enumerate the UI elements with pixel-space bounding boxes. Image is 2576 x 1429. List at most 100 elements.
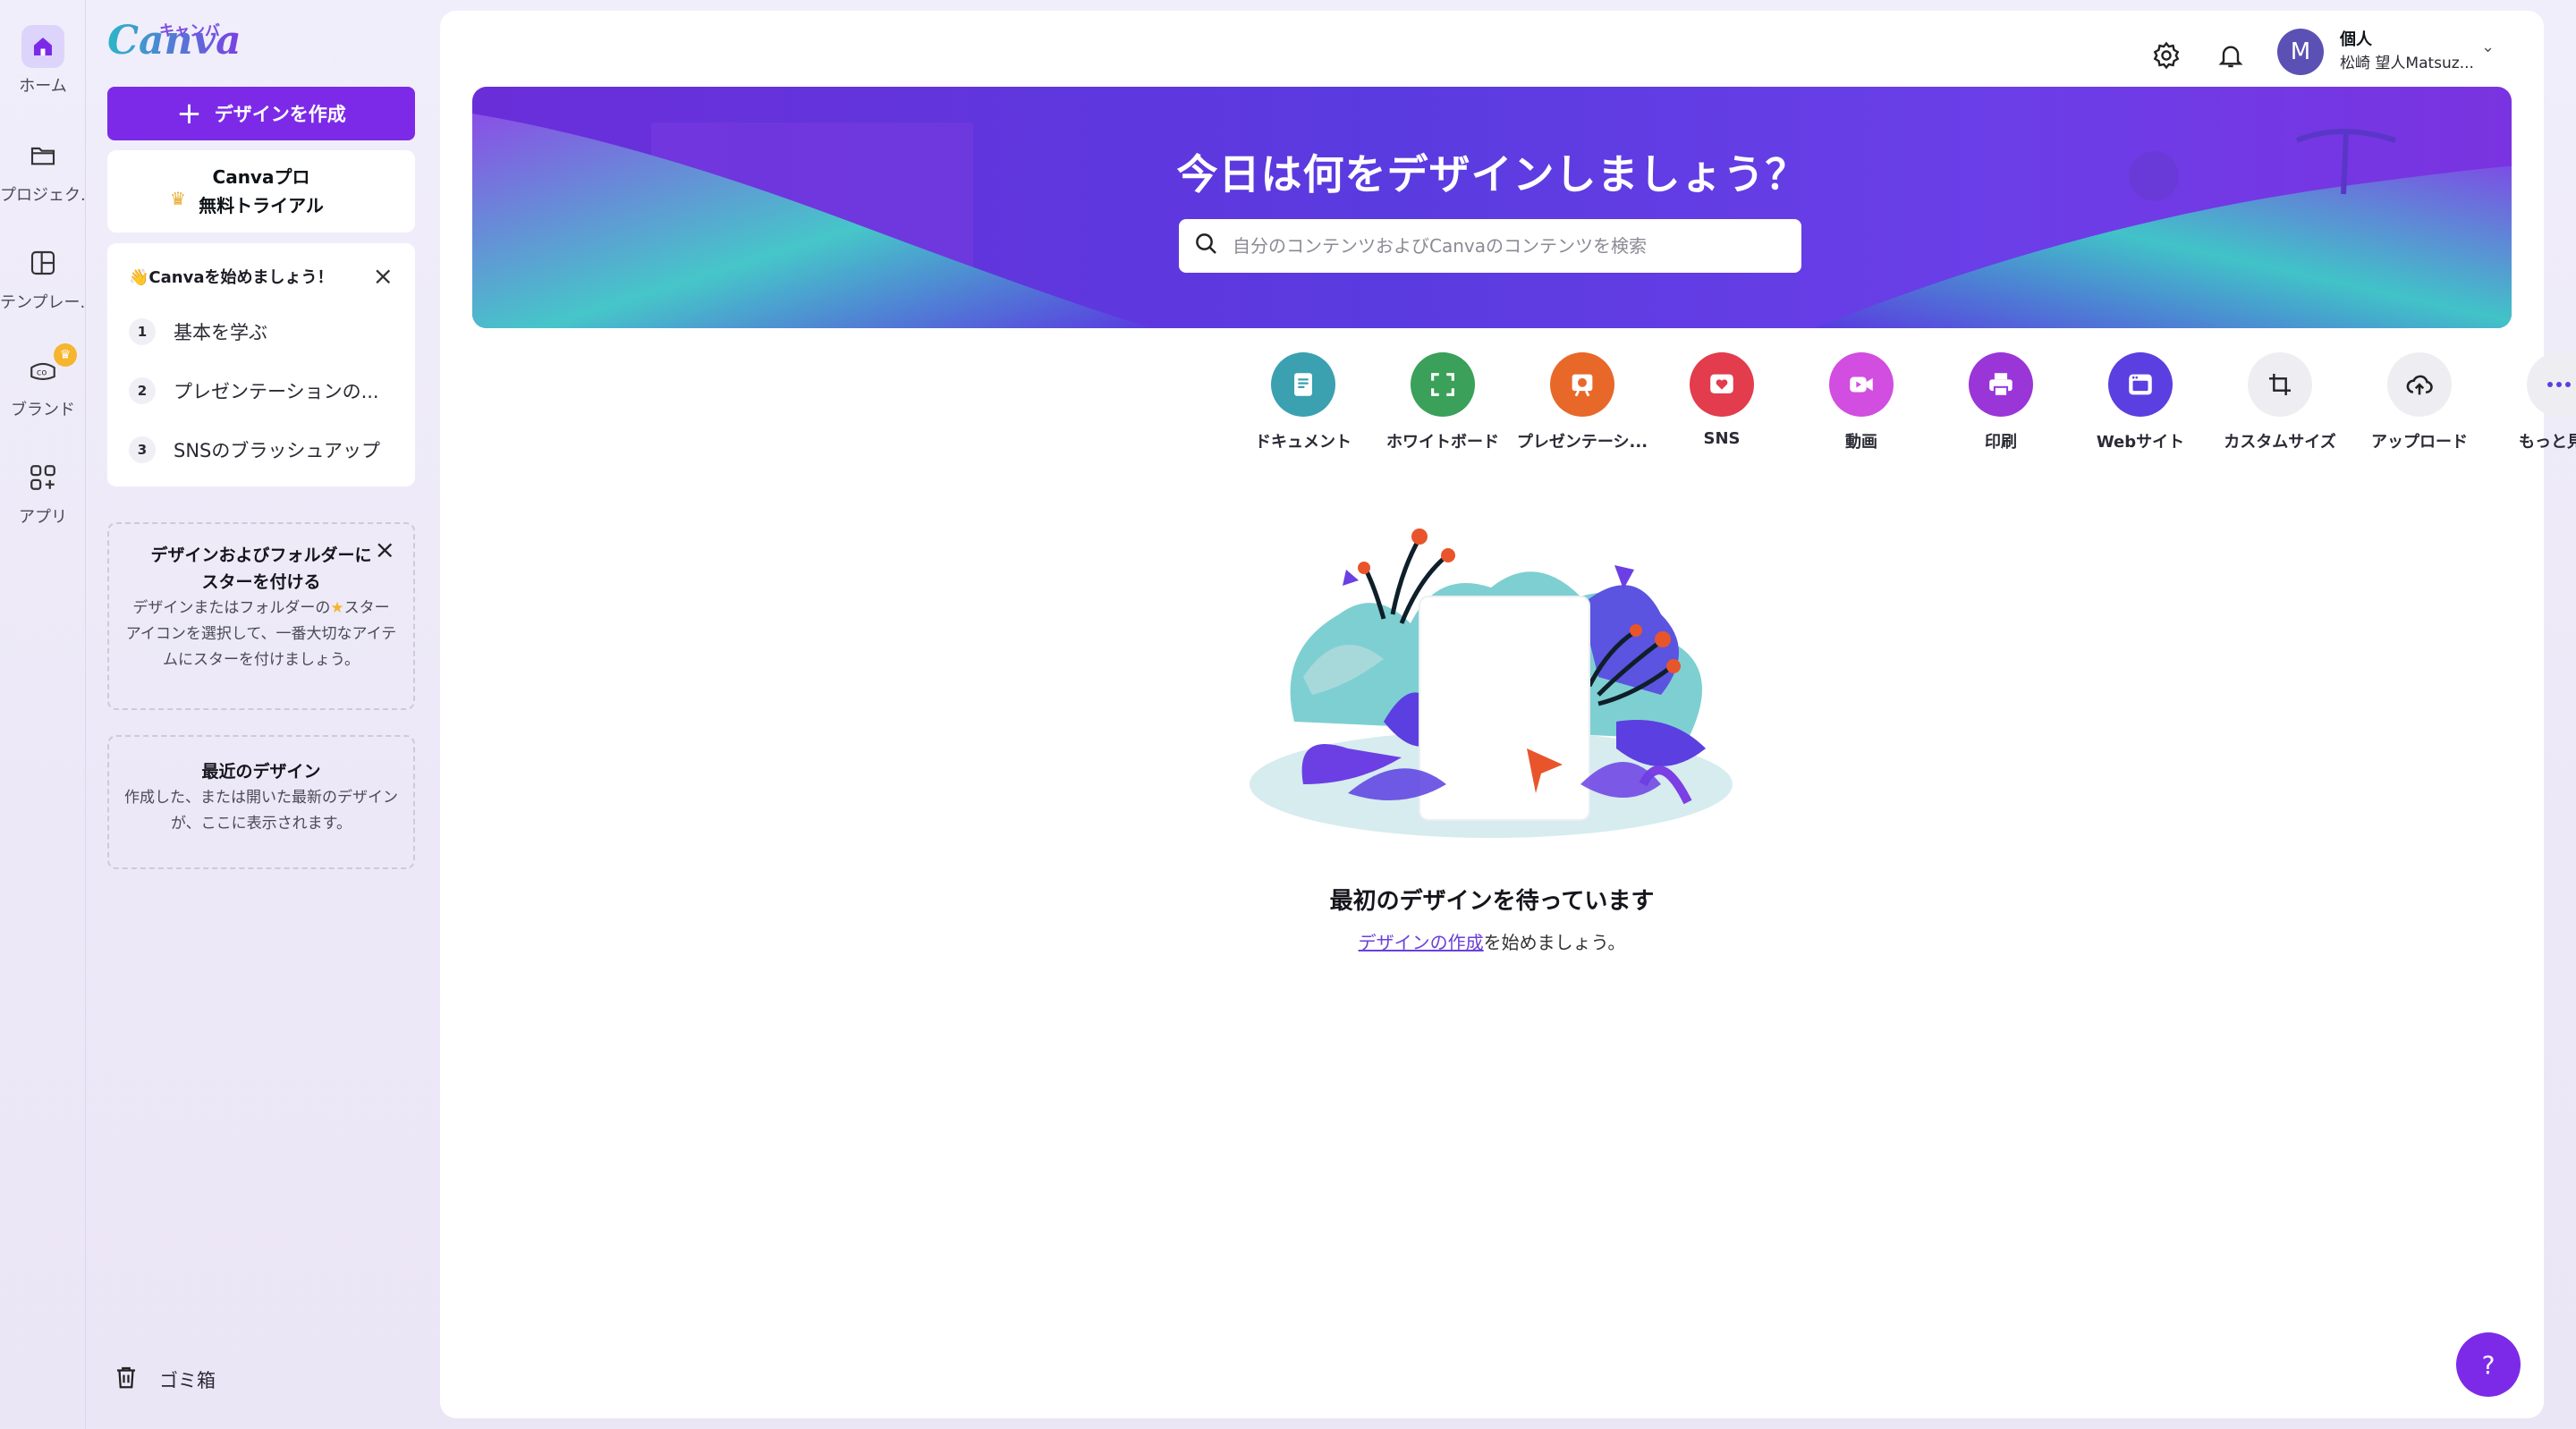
rail-label: プロジェク... bbox=[0, 186, 86, 205]
search-icon bbox=[1193, 231, 1220, 261]
trash-label: ゴミ箱 bbox=[159, 1369, 216, 1391]
search-input[interactable] bbox=[1233, 219, 1801, 273]
apps-icon bbox=[21, 456, 64, 499]
rail-label: アプリ bbox=[19, 508, 67, 527]
rail-home[interactable]: ホーム bbox=[0, 25, 86, 97]
cloud-upload-icon bbox=[2387, 352, 2452, 417]
account-name: 松崎 望人Matsuz... bbox=[2340, 55, 2474, 72]
star-tip-body-1b: スター bbox=[343, 599, 390, 617]
shortcut-upload[interactable]: アップロード bbox=[2352, 352, 2487, 452]
shortcut-label: ホワイトボード bbox=[1386, 433, 1499, 452]
account-info[interactable]: 個人 松崎 望人Matsuz... bbox=[2340, 29, 2474, 75]
star-tip-body-2: アイコンを選択して、一番大切なアイテ bbox=[125, 625, 397, 643]
create-design-link[interactable]: デザインの作成 bbox=[1359, 932, 1484, 953]
plus-icon: + bbox=[176, 96, 202, 131]
empty-state-rest: を始めましょう。 bbox=[1483, 932, 1626, 953]
crown-icon: ♛ bbox=[170, 188, 186, 209]
design-type-shortcuts: ドキュメント ホワイトボード プレゼンテーシ... SNS 動画 印刷 Webサ… bbox=[440, 352, 2576, 460]
shortcut-sns[interactable]: SNS bbox=[1655, 352, 1789, 448]
star-tip-title-1: デザインおよびフォルダーに bbox=[150, 545, 372, 565]
document-icon bbox=[1271, 352, 1335, 417]
step-item[interactable]: 2 プレゼンテーションの... bbox=[129, 377, 379, 404]
shortcut-label: 動画 bbox=[1845, 433, 1877, 452]
create-design-button[interactable]: + デザインを作成 bbox=[107, 87, 415, 140]
shortcut-more[interactable]: もっと見る bbox=[2492, 352, 2576, 452]
whiteboard-icon bbox=[1411, 352, 1475, 417]
empty-state-subtitle: デザインの作成を始めましょう。 bbox=[440, 928, 2544, 954]
shortcut-whiteboard[interactable]: ホワイトボード bbox=[1376, 352, 1510, 452]
hero-background-art bbox=[472, 114, 2512, 328]
trash-link[interactable]: ゴミ箱 bbox=[113, 1363, 216, 1396]
trial-line-1: Canvaプロ bbox=[212, 166, 310, 188]
video-icon bbox=[1829, 352, 1894, 417]
hero-banner: 今日は何をデザインしましょう？ bbox=[472, 87, 2512, 328]
settings-icon[interactable] bbox=[2145, 34, 2188, 77]
star-tip-body-3: ムにスターを付けましょう。 bbox=[163, 651, 360, 669]
template-icon bbox=[21, 241, 64, 284]
step-label: SNSのブラッシュアップ bbox=[174, 440, 380, 461]
home-icon bbox=[21, 25, 64, 68]
rail-label: ブランド bbox=[11, 401, 75, 419]
getting-started-title-text: Canvaを始めましょう！ bbox=[148, 268, 334, 287]
step-number: 3 bbox=[129, 436, 156, 463]
rail-brand[interactable]: co ♛ ブランド bbox=[0, 343, 86, 420]
folder-icon bbox=[21, 134, 64, 177]
star-tip-body-1: デザインまたはフォルダーの bbox=[132, 599, 331, 617]
create-design-label: デザインを作成 bbox=[214, 104, 346, 125]
printer-icon bbox=[1969, 352, 2033, 417]
step-number: 2 bbox=[129, 377, 156, 404]
trial-line-2: 無料トライアル bbox=[199, 195, 324, 216]
help-button[interactable]: ? bbox=[2456, 1332, 2521, 1397]
rail-projects[interactable]: プロジェク... bbox=[0, 134, 86, 206]
getting-started-card: 👋Canvaを始めましょう！ × 1 基本を学ぶ 2 プレゼンテーションの...… bbox=[107, 243, 415, 486]
search-box[interactable] bbox=[1179, 219, 1801, 273]
presentation-icon bbox=[1550, 352, 1614, 417]
wave-hand-icon: 👋 bbox=[129, 268, 149, 287]
rail-apps[interactable]: アプリ bbox=[0, 456, 86, 528]
close-icon[interactable]: × bbox=[373, 261, 394, 291]
shortcut-label: プレゼンテーシ... bbox=[1516, 433, 1648, 452]
star-icon: ★ bbox=[330, 599, 344, 617]
shortcut-custom-size[interactable]: カスタムサイズ bbox=[2213, 352, 2347, 452]
side-panel: Canva キャンバ + デザインを作成 ♛ Canvaプロ 無料トライアル 👋… bbox=[86, 0, 436, 1429]
pro-trial-card[interactable]: ♛ Canvaプロ 無料トライアル bbox=[107, 150, 415, 233]
empty-state-illustration bbox=[1250, 528, 1733, 838]
step-item[interactable]: 1 基本を学ぶ bbox=[129, 318, 267, 345]
shortcut-print[interactable]: 印刷 bbox=[1934, 352, 2068, 452]
logo-kana: キャンバ bbox=[159, 22, 220, 40]
more-icon bbox=[2527, 352, 2576, 417]
close-icon[interactable]: × bbox=[375, 535, 395, 564]
star-tip-title-2: スターを付ける bbox=[201, 572, 321, 592]
recent-designs-card: 最近のデザイン 作成した、または開いた最新のデザイン が、ここに表示されます。 bbox=[107, 735, 415, 869]
rail-label: ホーム bbox=[19, 77, 67, 96]
shortcut-label: カスタムサイズ bbox=[2224, 433, 2336, 452]
recent-designs-title: 最近のデザイン bbox=[201, 762, 321, 782]
step-number: 1 bbox=[129, 318, 156, 345]
svg-text:co: co bbox=[37, 368, 47, 378]
avatar[interactable]: M bbox=[2277, 29, 2324, 75]
step-label: プレゼンテーションの... bbox=[174, 381, 379, 402]
heart-icon bbox=[1690, 352, 1754, 417]
recent-designs-body-1: 作成した、または開いた最新のデザイン bbox=[124, 789, 398, 807]
chevron-down-icon[interactable]: ⌄ bbox=[2481, 38, 2495, 56]
shortcut-label: 印刷 bbox=[1985, 433, 2017, 452]
shortcut-label: ドキュメント bbox=[1255, 433, 1352, 452]
step-item[interactable]: 3 SNSのブラッシュアップ bbox=[129, 436, 380, 463]
shortcut-label: Webサイト bbox=[2096, 433, 2185, 452]
getting-started-title: 👋Canvaを始めましょう！ bbox=[129, 265, 394, 288]
shortcut-document[interactable]: ドキュメント bbox=[1236, 352, 1370, 452]
shortcut-label: アップロード bbox=[2371, 433, 2468, 452]
shortcut-label: もっと見る bbox=[2519, 433, 2576, 452]
shortcut-website[interactable]: Webサイト bbox=[2073, 352, 2207, 452]
shortcut-video[interactable]: 動画 bbox=[1794, 352, 1928, 452]
bell-icon[interactable] bbox=[2209, 34, 2252, 77]
hero-title: 今日は何をデザインしましょう？ bbox=[1176, 150, 1808, 199]
rail-templates[interactable]: テンプレー... bbox=[0, 241, 86, 313]
crown-icon: ♛ bbox=[54, 343, 77, 367]
left-rail: ホーム プロジェク... テンプレー... co ♛ ブランド アプリ bbox=[0, 0, 86, 1429]
shortcut-presentation[interactable]: プレゼンテーシ... bbox=[1515, 352, 1649, 452]
star-tip-card: × デザインおよびフォルダーに スターを付ける デザインまたはフォルダーの★スタ… bbox=[107, 522, 415, 710]
website-icon bbox=[2108, 352, 2173, 417]
account-type: 個人 bbox=[2340, 30, 2372, 49]
main-content: M 個人 松崎 望人Matsuz... ⌄ 今日は何をデザインしましょう？ 自分… bbox=[440, 11, 2576, 1418]
